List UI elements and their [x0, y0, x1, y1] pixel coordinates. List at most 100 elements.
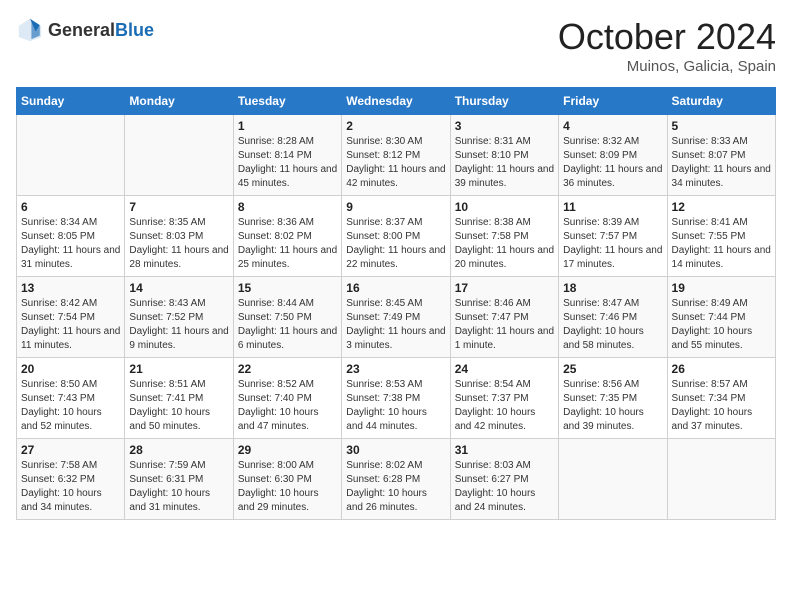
day-detail: Sunrise: 8:00 AM Sunset: 6:30 PM Dayligh… [238, 459, 337, 515]
calendar-cell: 13 Sunrise: 8:42 AM Sunset: 7:54 PM Dayli… [17, 277, 125, 358]
day-number: 25 [563, 362, 662, 376]
calendar-cell: 20Sunrise: 8:50 AM Sunset: 7:43 PM Dayli… [17, 358, 125, 439]
calendar-week-row: 20Sunrise: 8:50 AM Sunset: 7:43 PM Dayli… [17, 358, 776, 439]
day-number: 30 [346, 443, 445, 457]
calendar-cell [125, 115, 233, 196]
day-detail: Sunrise: 8:35 AM Sunset: 8:03 PM Dayligh… [129, 216, 228, 272]
weekday-header-row: SundayMondayTuesdayWednesdayThursdayFrid… [17, 88, 776, 115]
calendar-cell: 22 Sunrise: 8:52 AM Sunset: 7:40 PM Dayli… [233, 358, 341, 439]
day-number: 27 [21, 443, 120, 457]
day-detail: Sunrise: 7:59 AM Sunset: 6:31 PM Dayligh… [129, 459, 228, 515]
calendar-cell: 7 Sunrise: 8:35 AM Sunset: 8:03 PM Daylig… [125, 196, 233, 277]
calendar-cell: 5 Sunrise: 8:33 AM Sunset: 8:07 PM Daylig… [667, 115, 775, 196]
day-detail: Sunrise: 8:43 AM Sunset: 7:52 PM Dayligh… [129, 297, 228, 353]
calendar-cell: 27 Sunrise: 7:58 AM Sunset: 6:32 PM Dayli… [17, 439, 125, 520]
day-detail: Sunrise: 8:50 AM Sunset: 7:43 PM Dayligh… [21, 378, 120, 434]
logo-icon [16, 16, 44, 44]
day-number: 8 [238, 200, 337, 214]
day-number: 14 [129, 281, 228, 295]
day-detail: Sunrise: 7:58 AM Sunset: 6:32 PM Dayligh… [21, 459, 120, 515]
day-number: 7 [129, 200, 228, 214]
month-title: October 2024 [558, 16, 776, 58]
day-number: 4 [563, 119, 662, 133]
day-number: 28 [129, 443, 228, 457]
day-number: 26 [672, 362, 771, 376]
day-detail: Sunrise: 8:47 AM Sunset: 7:46 PM Dayligh… [563, 297, 662, 353]
logo: GeneralBlue [16, 16, 154, 44]
day-detail: Sunrise: 8:33 AM Sunset: 8:07 PM Dayligh… [672, 135, 771, 191]
calendar-cell: 26 Sunrise: 8:57 AM Sunset: 7:34 PM Dayli… [667, 358, 775, 439]
day-detail: Sunrise: 8:30 AM Sunset: 8:12 PM Dayligh… [346, 135, 445, 191]
day-number: 1 [238, 119, 337, 133]
calendar-cell: 10Sunrise: 8:38 AM Sunset: 7:58 PM Dayli… [450, 196, 558, 277]
day-detail: Sunrise: 8:38 AM Sunset: 7:58 PM Dayligh… [455, 216, 554, 272]
calendar-cell: 6Sunrise: 8:34 AM Sunset: 8:05 PM Daylig… [17, 196, 125, 277]
day-number: 21 [129, 362, 228, 376]
calendar-cell: 16 Sunrise: 8:45 AM Sunset: 7:49 PM Dayli… [342, 277, 450, 358]
weekday-header-friday: Friday [559, 88, 667, 115]
calendar-cell: 4 Sunrise: 8:32 AM Sunset: 8:09 PM Daylig… [559, 115, 667, 196]
day-detail: Sunrise: 8:49 AM Sunset: 7:44 PM Dayligh… [672, 297, 771, 353]
day-detail: Sunrise: 8:03 AM Sunset: 6:27 PM Dayligh… [455, 459, 554, 515]
day-detail: Sunrise: 8:28 AM Sunset: 8:14 PM Dayligh… [238, 135, 337, 191]
weekday-header-monday: Monday [125, 88, 233, 115]
calendar-cell: 24 Sunrise: 8:54 AM Sunset: 7:37 PM Dayli… [450, 358, 558, 439]
day-number: 15 [238, 281, 337, 295]
day-detail: Sunrise: 8:57 AM Sunset: 7:34 PM Dayligh… [672, 378, 771, 434]
weekday-header-tuesday: Tuesday [233, 88, 341, 115]
day-number: 29 [238, 443, 337, 457]
calendar-cell: 25 Sunrise: 8:56 AM Sunset: 7:35 PM Dayli… [559, 358, 667, 439]
day-detail: Sunrise: 8:41 AM Sunset: 7:55 PM Dayligh… [672, 216, 771, 272]
day-detail: Sunrise: 8:31 AM Sunset: 8:10 PM Dayligh… [455, 135, 554, 191]
calendar-cell [559, 439, 667, 520]
day-number: 12 [672, 200, 771, 214]
day-number: 5 [672, 119, 771, 133]
calendar-cell: 3Sunrise: 8:31 AM Sunset: 8:10 PM Daylig… [450, 115, 558, 196]
page-header: GeneralBlue October 2024 Muinos, Galicia… [16, 16, 776, 75]
calendar-cell [667, 439, 775, 520]
day-number: 23 [346, 362, 445, 376]
calendar-cell: 2 Sunrise: 8:30 AM Sunset: 8:12 PM Daylig… [342, 115, 450, 196]
logo-text: GeneralBlue [48, 20, 154, 41]
weekday-header-thursday: Thursday [450, 88, 558, 115]
day-detail: Sunrise: 8:56 AM Sunset: 7:35 PM Dayligh… [563, 378, 662, 434]
day-number: 9 [346, 200, 445, 214]
calendar-week-row: 27 Sunrise: 7:58 AM Sunset: 6:32 PM Dayli… [17, 439, 776, 520]
calendar-cell: 21 Sunrise: 8:51 AM Sunset: 7:41 PM Dayli… [125, 358, 233, 439]
day-number: 17 [455, 281, 554, 295]
day-detail: Sunrise: 8:51 AM Sunset: 7:41 PM Dayligh… [129, 378, 228, 434]
day-number: 18 [563, 281, 662, 295]
day-detail: Sunrise: 8:45 AM Sunset: 7:49 PM Dayligh… [346, 297, 445, 353]
calendar-cell: 19 Sunrise: 8:49 AM Sunset: 7:44 PM Dayli… [667, 277, 775, 358]
day-number: 6 [21, 200, 120, 214]
calendar-table: SundayMondayTuesdayWednesdayThursdayFrid… [16, 87, 776, 520]
calendar-cell: 29 Sunrise: 8:00 AM Sunset: 6:30 PM Dayli… [233, 439, 341, 520]
day-number: 22 [238, 362, 337, 376]
day-number: 2 [346, 119, 445, 133]
calendar-cell: 17 Sunrise: 8:46 AM Sunset: 7:47 PM Dayli… [450, 277, 558, 358]
logo-blue: Blue [115, 20, 154, 40]
day-detail: Sunrise: 8:02 AM Sunset: 6:28 PM Dayligh… [346, 459, 445, 515]
calendar-cell: 28 Sunrise: 7:59 AM Sunset: 6:31 PM Dayli… [125, 439, 233, 520]
day-detail: Sunrise: 8:44 AM Sunset: 7:50 PM Dayligh… [238, 297, 337, 353]
day-number: 19 [672, 281, 771, 295]
calendar-cell: 15 Sunrise: 8:44 AM Sunset: 7:50 PM Dayli… [233, 277, 341, 358]
day-number: 16 [346, 281, 445, 295]
day-detail: Sunrise: 8:39 AM Sunset: 7:57 PM Dayligh… [563, 216, 662, 272]
calendar-cell: 9Sunrise: 8:37 AM Sunset: 8:00 PM Daylig… [342, 196, 450, 277]
calendar-cell: 31Sunrise: 8:03 AM Sunset: 6:27 PM Dayli… [450, 439, 558, 520]
day-number: 13 [21, 281, 120, 295]
day-detail: Sunrise: 8:32 AM Sunset: 8:09 PM Dayligh… [563, 135, 662, 191]
weekday-header-saturday: Saturday [667, 88, 775, 115]
day-number: 11 [563, 200, 662, 214]
day-detail: Sunrise: 8:46 AM Sunset: 7:47 PM Dayligh… [455, 297, 554, 353]
weekday-header-wednesday: Wednesday [342, 88, 450, 115]
day-detail: Sunrise: 8:42 AM Sunset: 7:54 PM Dayligh… [21, 297, 120, 353]
calendar-cell: 8Sunrise: 8:36 AM Sunset: 8:02 PM Daylig… [233, 196, 341, 277]
calendar-cell: 18 Sunrise: 8:47 AM Sunset: 7:46 PM Dayli… [559, 277, 667, 358]
day-detail: Sunrise: 8:54 AM Sunset: 7:37 PM Dayligh… [455, 378, 554, 434]
day-number: 24 [455, 362, 554, 376]
logo-general: General [48, 20, 115, 40]
calendar-cell: 23Sunrise: 8:53 AM Sunset: 7:38 PM Dayli… [342, 358, 450, 439]
day-detail: Sunrise: 8:52 AM Sunset: 7:40 PM Dayligh… [238, 378, 337, 434]
